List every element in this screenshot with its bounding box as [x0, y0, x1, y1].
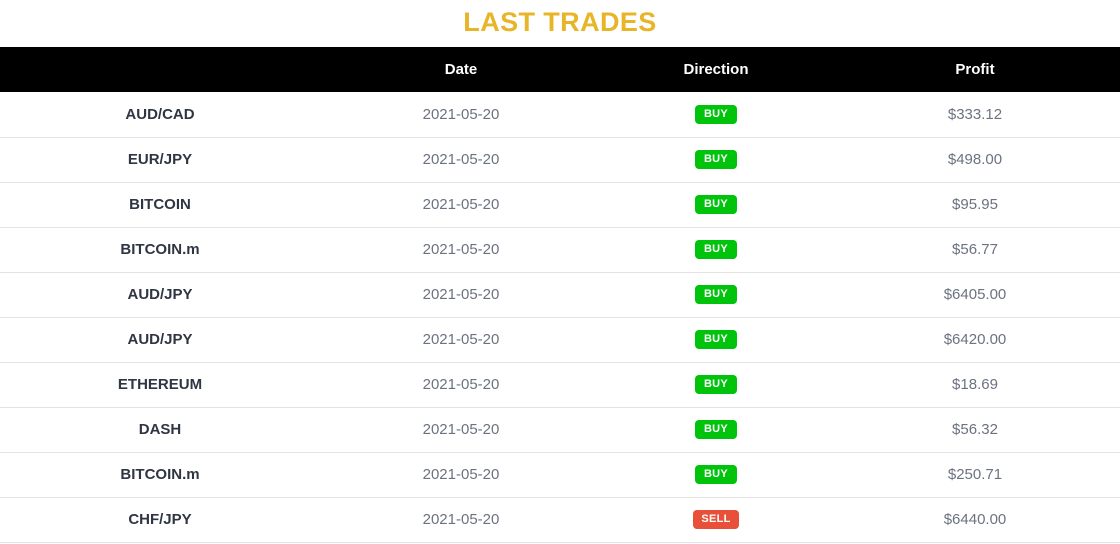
page-title: LAST TRADES — [463, 7, 657, 37]
cell-symbol: AUD/JPY — [127, 331, 193, 348]
cell-profit: $250.71 — [947, 466, 1003, 483]
cell-direction: BUY — [602, 272, 830, 317]
table-row[interactable]: BITCOIN.m 2021-05-20 BUY $56.77 — [0, 227, 1120, 272]
cell-symbol: BITCOIN.m — [120, 241, 200, 258]
table-row[interactable]: AUD/JPY 2021-05-20 BUY $6420.00 — [0, 317, 1120, 362]
direction-badge-buy: BUY — [695, 330, 737, 349]
cell-direction: BUY — [602, 362, 830, 407]
table-row[interactable]: BITCOIN 2021-05-20 BUY $95.95 — [0, 182, 1120, 227]
direction-badge-buy: BUY — [695, 465, 737, 484]
cell-profit: $95.95 — [952, 196, 998, 213]
table-row[interactable]: ETHEREUM 2021-05-20 BUY $18.69 — [0, 362, 1120, 407]
cell-symbol: EUR/JPY — [127, 151, 193, 168]
column-header-direction[interactable]: Direction — [602, 47, 830, 92]
table-row[interactable]: EUR/JPY 2021-05-20 BUY $498.00 — [0, 137, 1120, 182]
table-header-row: Date Direction Profit — [0, 47, 1120, 92]
cell-date: 2021-05-20 — [422, 511, 500, 528]
cell-date: 2021-05-20 — [422, 196, 500, 213]
cell-date: 2021-05-20 — [422, 331, 500, 348]
cell-direction: BUY — [602, 92, 830, 137]
table-row[interactable]: AUD/CAD 2021-05-20 BUY $333.12 — [0, 92, 1120, 137]
table-row[interactable]: CHF/JPY 2021-05-20 SELL $6440.00 — [0, 497, 1120, 542]
cell-direction: BUY — [602, 182, 830, 227]
cell-date: 2021-05-20 — [422, 241, 500, 258]
cell-date: 2021-05-20 — [422, 466, 500, 483]
column-header-profit[interactable]: Profit — [830, 47, 1120, 92]
table-body: AUD/CAD 2021-05-20 BUY $333.12 EUR/JPY 2021-0… — [0, 92, 1120, 542]
cell-profit: $6420.00 — [943, 331, 1007, 348]
cell-symbol: BITCOIN.m — [120, 466, 200, 483]
last-trades-table: Date Direction Profit AUD/CAD 2021-05-20 B… — [0, 47, 1120, 543]
table-row[interactable]: AUD/JPY 2021-05-20 BUY $6405.00 — [0, 272, 1120, 317]
direction-badge-buy: BUY — [695, 104, 737, 124]
table-row[interactable]: DASH 2021-05-20 BUY $56.32 — [0, 407, 1120, 452]
cell-symbol: CHF/JPY — [128, 511, 192, 528]
cell-profit: $498.00 — [947, 151, 1003, 168]
column-header-date[interactable]: Date — [320, 47, 602, 92]
cell-symbol: AUD/CAD — [125, 105, 195, 123]
cell-symbol: AUD/JPY — [127, 286, 193, 303]
direction-badge-buy: BUY — [695, 420, 737, 439]
cell-profit: $18.69 — [952, 376, 998, 393]
cell-symbol: DASH — [138, 421, 182, 438]
cell-direction: BUY — [602, 407, 830, 452]
last-trades-page: LAST TRADES Date Direction Profit AUD/CA… — [0, 0, 1120, 544]
direction-badge-sell: SELL — [693, 510, 739, 529]
cell-profit: $6405.00 — [943, 286, 1007, 303]
cell-date: 2021-05-20 — [422, 376, 500, 393]
table-row[interactable]: BITCOIN.m 2021-05-20 BUY $250.71 — [0, 452, 1120, 497]
cell-direction: BUY — [602, 227, 830, 272]
cell-profit: $6440.00 — [943, 511, 1007, 528]
cell-symbol: ETHEREUM — [117, 376, 203, 393]
cell-profit: $56.32 — [952, 421, 998, 438]
cell-direction: BUY — [602, 137, 830, 182]
cell-direction: SELL — [602, 497, 830, 542]
cell-symbol: BITCOIN — [129, 196, 191, 213]
table-header: Date Direction Profit — [0, 47, 1120, 92]
direction-badge-buy: BUY — [695, 195, 737, 214]
cell-date: 2021-05-20 — [422, 286, 500, 303]
direction-badge-buy: BUY — [695, 240, 737, 259]
cell-profit: $333.12 — [947, 105, 1003, 123]
direction-badge-buy: BUY — [695, 150, 737, 169]
direction-badge-buy: BUY — [695, 375, 737, 394]
cell-date: 2021-05-20 — [422, 151, 500, 168]
cell-date: 2021-05-20 — [422, 421, 500, 438]
column-header-symbol[interactable] — [0, 47, 320, 92]
cell-date: 2021-05-20 — [422, 105, 500, 123]
cell-direction: BUY — [602, 452, 830, 497]
direction-badge-buy: BUY — [695, 285, 737, 304]
cell-direction: BUY — [602, 317, 830, 362]
cell-profit: $56.77 — [952, 241, 998, 258]
